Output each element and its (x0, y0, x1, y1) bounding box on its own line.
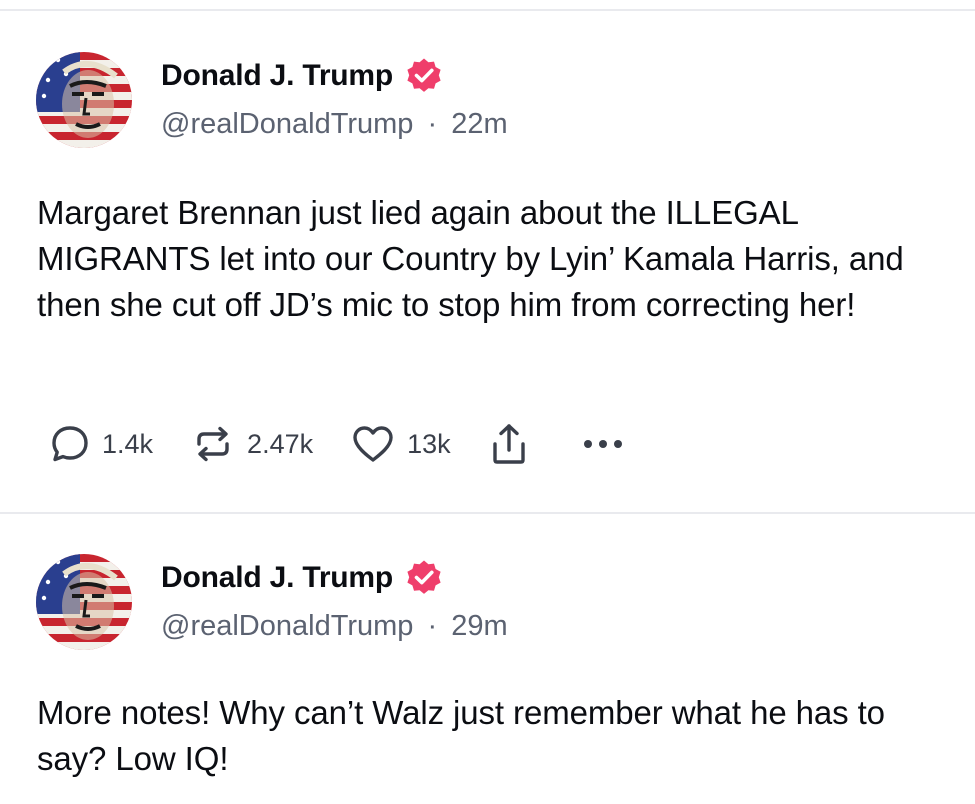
share-button[interactable] (489, 422, 529, 466)
post-text: Margaret Brennan just lied again about t… (37, 194, 904, 323)
handle-row: @realDonaldTrump · 22m (161, 108, 508, 141)
repost-icon (191, 424, 235, 464)
divider (0, 9, 975, 11)
post[interactable]: Donald J. Trump @realDonaldTrump · 22m M… (0, 12, 975, 512)
heart-icon (351, 424, 395, 464)
verified-badge-icon (405, 57, 443, 95)
post-text: More notes! Why can’t Walz just remember… (37, 694, 885, 777)
separator: · (427, 108, 438, 140)
like-count: 13k (407, 428, 451, 459)
avatar[interactable] (36, 52, 132, 148)
reply-count: 1.4k (102, 428, 154, 459)
repost-button[interactable]: 2.47k (191, 424, 313, 464)
avatar[interactable] (36, 554, 132, 650)
repost-count: 2.47k (247, 428, 314, 459)
author-row: Donald J. Trump (161, 56, 443, 96)
separator: · (427, 610, 438, 642)
author-name[interactable]: Donald J. Trump (161, 561, 393, 595)
avatar-image (36, 554, 132, 650)
share-icon (489, 422, 529, 466)
author-name[interactable]: Donald J. Trump (161, 59, 393, 93)
reply-button[interactable]: 1.4k (50, 424, 153, 464)
post-time[interactable]: 29m (451, 610, 507, 642)
verified-badge-icon (405, 559, 443, 597)
like-button[interactable]: 13k (351, 424, 451, 464)
action-bar: 1.4k 2.47k 13k (50, 420, 663, 468)
author-handle[interactable]: @realDonaldTrump (161, 108, 413, 140)
handle-row: @realDonaldTrump · 29m (161, 610, 508, 643)
post[interactable]: Donald J. Trump @realDonaldTrump · 29m M… (0, 514, 975, 804)
author-handle[interactable]: @realDonaldTrump (161, 610, 413, 642)
avatar-image (36, 52, 132, 148)
post-time[interactable]: 22m (451, 108, 507, 140)
more-icon (581, 437, 625, 451)
post-feed: Donald J. Trump @realDonaldTrump · 22m M… (0, 0, 975, 800)
more-options-button[interactable] (581, 437, 625, 451)
reply-icon (50, 424, 90, 464)
author-row: Donald J. Trump (161, 558, 443, 598)
